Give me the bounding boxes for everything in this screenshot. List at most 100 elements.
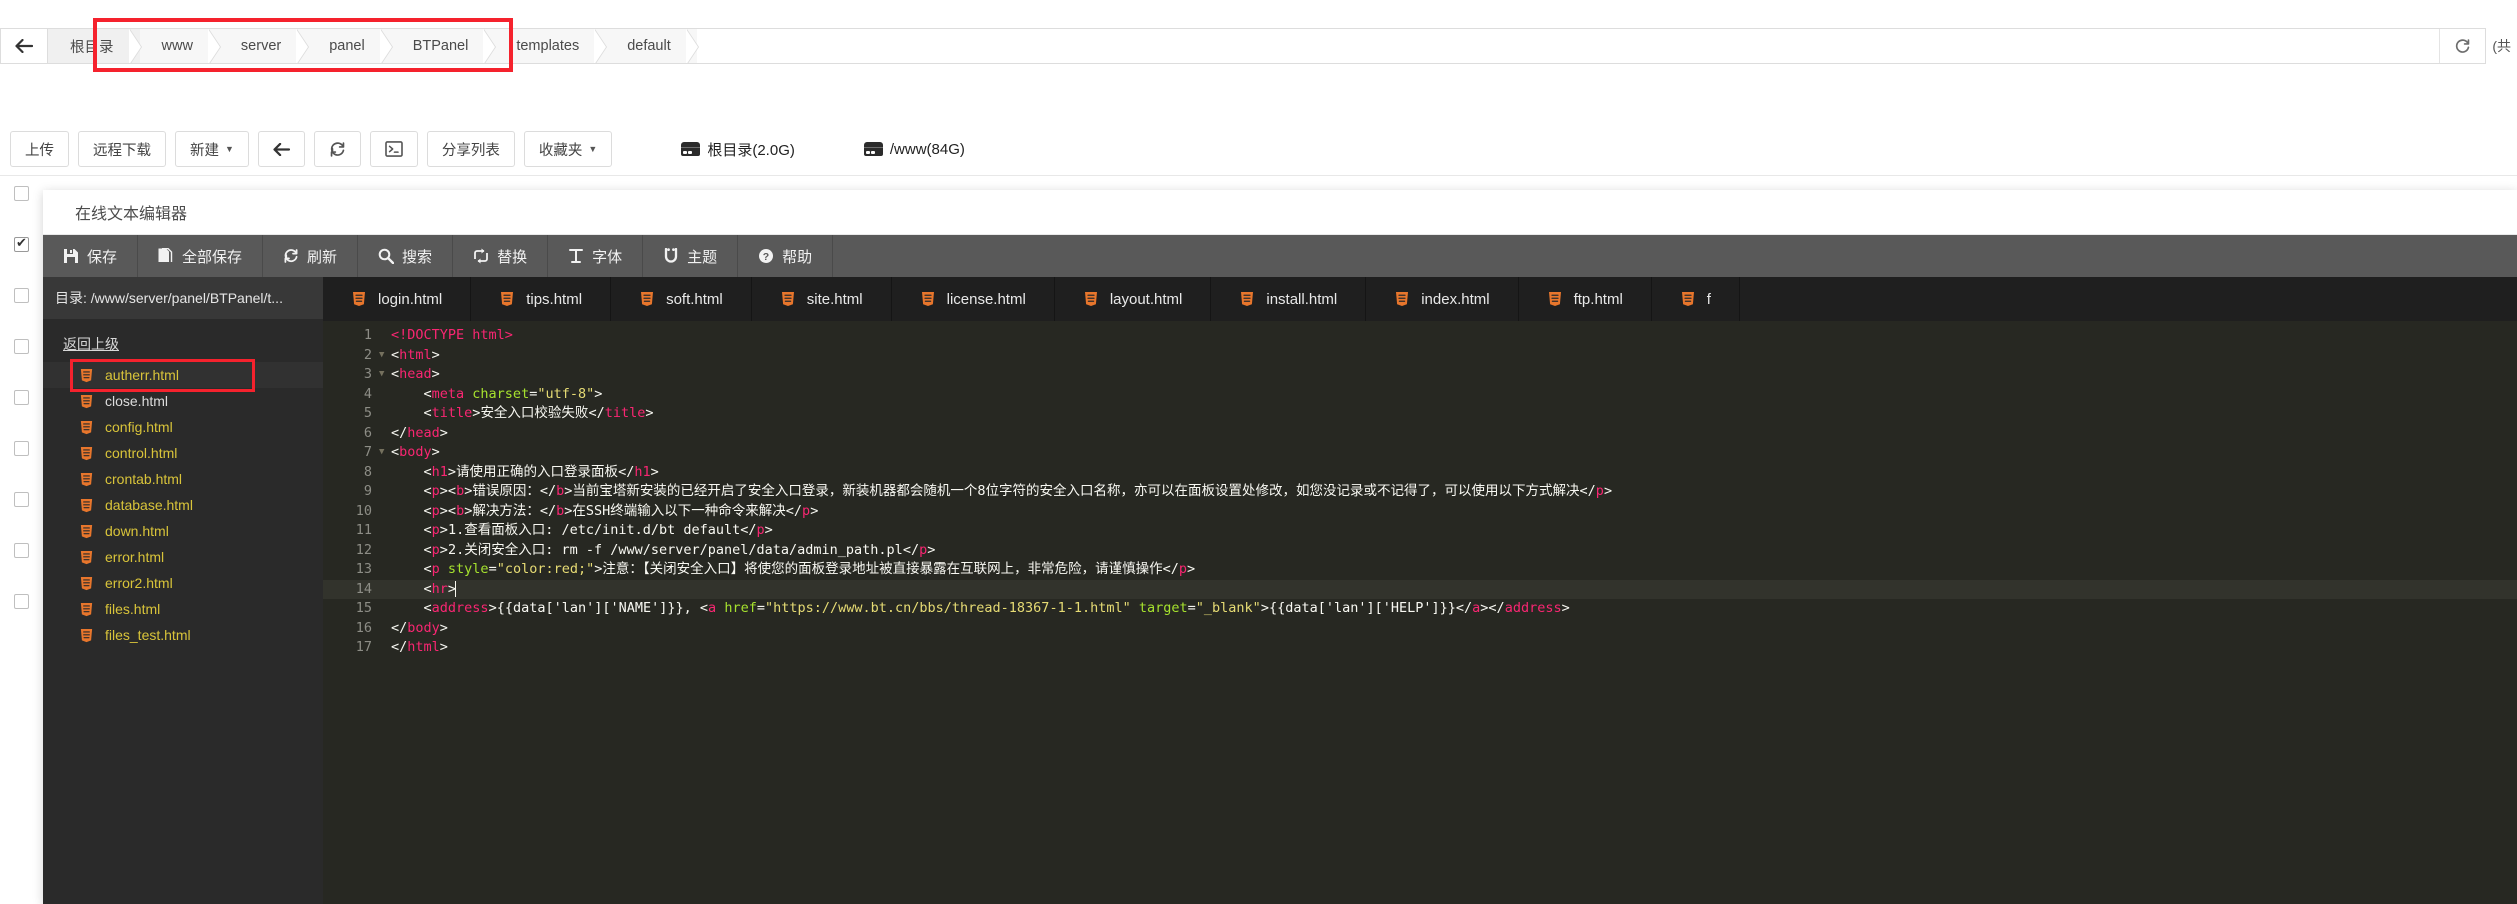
html5-file-icon xyxy=(501,292,514,306)
html5-file-icon xyxy=(1548,292,1561,306)
editor-save-all-button[interactable]: 全部保存 xyxy=(138,235,264,277)
row-checkbox[interactable] xyxy=(14,492,29,507)
html5-file-icon xyxy=(641,292,654,306)
html5-file-icon xyxy=(80,446,93,460)
html5-file-icon xyxy=(80,368,93,382)
file-list-item-label: files.html xyxy=(105,601,161,617)
file-list-item[interactable]: autherr.html xyxy=(43,362,323,388)
disk-usage-root[interactable]: 根目录(2.0G) xyxy=(681,139,795,160)
file-list-checkbox-column xyxy=(14,186,44,645)
crumb-templates[interactable]: templates xyxy=(494,29,608,63)
row-checkbox[interactable] xyxy=(14,390,29,405)
html5-file-icon xyxy=(80,394,93,408)
editor-search-button[interactable]: 搜索 xyxy=(358,235,454,277)
editor-font-button[interactable]: 字体 xyxy=(548,235,644,277)
remote-download-button[interactable]: 远程下载 xyxy=(78,131,166,167)
new-button[interactable]: 新建 ▼ xyxy=(175,131,249,167)
editor-tab-label: ftp.html xyxy=(1573,290,1623,308)
code-line-text: <h1>请使用正确的入口登录面板</h1> xyxy=(423,463,659,480)
editor-tab[interactable]: ftp.html xyxy=(1519,277,1652,321)
file-list-item[interactable]: database.html xyxy=(43,492,323,518)
crumb-server[interactable]: server xyxy=(218,29,310,63)
editor-tab[interactable]: site.html xyxy=(752,277,892,321)
file-list-item[interactable]: files_test.html xyxy=(43,622,323,648)
code-area[interactable]: 1 <!DOCTYPE html> 2 ▼ <html> 3 ▼ <head> 4 <meta … xyxy=(323,321,2517,904)
editor-tab[interactable]: login.html xyxy=(323,277,472,321)
editor-help-button[interactable]: ? 帮助 xyxy=(738,235,834,277)
row-checkbox[interactable] xyxy=(14,288,29,303)
file-list-item[interactable]: down.html xyxy=(43,518,323,544)
file-action-toolbar: 上传 远程下载 新建 ▼ 分享列表 收藏夹 ▼ 根目录(2.0G) /www(8… xyxy=(0,128,2517,170)
code-line: 16 </body> xyxy=(323,619,2517,639)
code-line-text: </body> xyxy=(391,619,448,636)
editor-tab[interactable]: layout.html xyxy=(1055,277,1212,321)
back-button[interactable] xyxy=(0,28,48,64)
toolbar-divider xyxy=(0,175,2517,176)
row-checkbox[interactable] xyxy=(14,339,29,354)
refresh-button[interactable] xyxy=(313,131,361,167)
editor-tab[interactable]: install.html xyxy=(1211,277,1367,321)
row-checkbox-checked[interactable] xyxy=(14,235,29,252)
share-list-button[interactable]: 分享列表 xyxy=(426,131,515,167)
font-icon xyxy=(569,249,584,263)
line-number: 15 xyxy=(355,600,372,616)
crumb-default[interactable]: default xyxy=(605,29,699,63)
editor-theme-button[interactable]: 主题 xyxy=(643,235,739,277)
editor-tab-label: license.html xyxy=(946,290,1026,308)
editor-tab[interactable]: license.html xyxy=(892,277,1055,321)
row-checkbox[interactable] xyxy=(14,594,29,609)
html5-file-icon xyxy=(80,420,93,434)
editor-tab[interactable]: index.html xyxy=(1366,277,1519,321)
crumb-btpanel[interactable]: BTPanel xyxy=(390,29,496,63)
crumb-root[interactable]: 根目录 xyxy=(48,29,141,63)
code-line: 8 <h1>请使用正确的入口登录面板</h1> xyxy=(323,463,2517,483)
row-checkbox[interactable] xyxy=(14,543,29,558)
line-number: 8 xyxy=(363,463,372,480)
editor-save-button[interactable]: 保存 xyxy=(43,235,139,277)
html5-file-icon xyxy=(80,524,93,538)
crumb-panel[interactable]: panel xyxy=(307,29,394,63)
file-list-item[interactable]: config.html xyxy=(43,414,323,440)
navigate-back-button[interactable] xyxy=(257,131,305,167)
file-list-item-label: files_test.html xyxy=(105,627,191,643)
code-line-text: <p><b>解决方法：</b>在SSH终端输入以下一种命令来解决</p> xyxy=(423,502,819,519)
editor-file-sidebar: 目录: /www/server/panel/BTPanel/t... 返回上级 … xyxy=(43,277,323,904)
file-list-item[interactable]: error.html xyxy=(43,544,323,570)
file-list-item[interactable]: crontab.html xyxy=(43,466,323,492)
arrow-left-icon xyxy=(273,142,290,156)
html5-file-icon xyxy=(1396,292,1409,306)
file-list-item[interactable]: files.html xyxy=(43,596,323,622)
fold-toggle-icon[interactable]: ▼ xyxy=(379,365,391,385)
favorites-button[interactable]: 收藏夹 ▼ xyxy=(523,131,613,167)
upload-button[interactable]: 上传 xyxy=(10,131,69,167)
fold-toggle-icon[interactable]: ▼ xyxy=(379,346,391,366)
go-up-link[interactable]: 返回上级 xyxy=(43,320,323,362)
editor-tab-label: site.html xyxy=(806,290,863,308)
editor-tab[interactable]: f xyxy=(1652,277,1740,321)
file-list-item[interactable]: error2.html xyxy=(43,570,323,596)
editor-tab[interactable]: soft.html xyxy=(611,277,752,321)
fold-toggle-icon[interactable]: ▼ xyxy=(379,443,391,463)
code-line: 9 <p><b>错误原因：</b>当前宝塔新安装的已经开启了安全入口登录，新装机… xyxy=(323,482,2517,502)
file-list-item-label: error2.html xyxy=(105,575,173,591)
editor-refresh-button[interactable]: 刷新 xyxy=(263,235,359,277)
editor-tab[interactable]: tips.html xyxy=(471,277,612,321)
code-line-text: </html> xyxy=(391,639,448,655)
breadcrumb-refresh-button[interactable] xyxy=(2439,29,2486,63)
save-all-icon xyxy=(158,248,173,262)
html5-file-icon xyxy=(781,292,794,306)
file-list-item-label: control.html xyxy=(105,445,178,461)
editor-replace-button[interactable]: 替换 xyxy=(453,235,549,277)
crumb-www[interactable]: www xyxy=(139,29,222,63)
save-icon xyxy=(64,249,78,263)
disk-usage-www[interactable]: /www(84G) xyxy=(863,141,965,158)
row-checkbox[interactable] xyxy=(14,441,29,456)
row-checkbox[interactable] xyxy=(14,186,29,201)
replace-icon xyxy=(474,248,488,264)
terminal-button[interactable] xyxy=(369,131,418,167)
file-list-item[interactable]: control.html xyxy=(43,440,323,466)
line-number: 10 xyxy=(355,502,372,519)
file-list-item[interactable]: close.html xyxy=(43,388,323,414)
code-line: 10 <p><b>解决方法：</b>在SSH终端输入以下一种命令来解决</p> xyxy=(323,502,2517,522)
html5-file-icon xyxy=(353,292,365,306)
